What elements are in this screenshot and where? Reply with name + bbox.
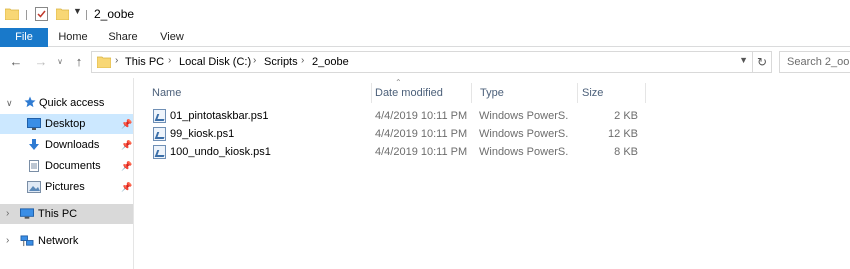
file-name: 100_undo_kiosk.ps1 (170, 146, 271, 158)
file-row[interactable]: 100_undo_kiosk.ps1 4/4/2019 10:11 PM Win… (140, 143, 660, 161)
new-folder-icon[interactable] (56, 8, 69, 20)
address-bar[interactable]: › This PC › Local Disk (C:) › Scripts › … (91, 51, 753, 73)
nav-label: Desktop (45, 118, 86, 130)
navigation-pane: ∨ Quick access Desktop 📌 Downloads 📌 Doc… (0, 78, 134, 269)
file-date: 4/4/2019 10:11 PM (375, 146, 468, 158)
back-arrow-icon[interactable]: ← (7, 53, 25, 71)
separator (26, 10, 27, 20)
nav-label: Downloads (45, 139, 100, 151)
collapse-chevron-icon[interactable]: ∨ (6, 93, 13, 113)
nav-network[interactable]: › Network (0, 231, 133, 251)
recent-locations-icon[interactable]: ∨ (51, 53, 69, 71)
file-size: 8 KB (614, 146, 638, 158)
folder-icon (5, 8, 19, 20)
pin-icon[interactable]: 📌 (121, 177, 132, 197)
desktop-icon (27, 118, 41, 130)
computer-icon (20, 208, 34, 219)
powershell-script-icon (153, 127, 166, 141)
nav-label: Pictures (45, 181, 85, 193)
file-row[interactable]: 01_pintotaskbar.ps1 4/4/2019 10:11 PM Wi… (140, 107, 660, 125)
breadcrumb-separator[interactable]: › (168, 55, 171, 66)
expand-chevron-icon[interactable]: › (6, 204, 9, 224)
file-type: Windows PowerS... (479, 146, 569, 158)
address-dropdown-icon[interactable]: ▼ (739, 55, 748, 65)
document-icon (29, 160, 39, 172)
address-row: ← → ∨ ↑ › This PC › Local Disk (C:) › Sc… (0, 48, 850, 76)
window-title: 2_oobe (94, 7, 135, 21)
column-header-type[interactable]: Type (472, 83, 578, 103)
file-date: 4/4/2019 10:11 PM (375, 128, 468, 140)
breadcrumb-separator[interactable]: › (253, 55, 256, 66)
file-name: 99_kiosk.ps1 (170, 128, 235, 140)
breadcrumb-this-pc[interactable]: This PC (125, 56, 164, 68)
pin-icon[interactable]: 📌 (121, 135, 132, 155)
file-row[interactable]: 99_kiosk.ps1 4/4/2019 10:11 PM Windows P… (140, 125, 660, 143)
refresh-icon[interactable]: ↻ (753, 51, 772, 73)
file-name: 01_pintotaskbar.ps1 (170, 110, 269, 122)
file-date: 4/4/2019 10:11 PM (375, 110, 468, 122)
customize-toolbar-icon[interactable]: ▼ (73, 6, 82, 16)
nav-item-documents[interactable]: Documents 📌 (0, 156, 133, 176)
powershell-script-icon (153, 145, 166, 159)
pin-icon[interactable]: 📌 (121, 156, 132, 176)
pin-icon[interactable]: 📌 (121, 114, 132, 134)
column-header-name[interactable]: Name (144, 83, 372, 103)
star-icon (24, 96, 36, 108)
file-size: 12 KB (608, 128, 638, 140)
network-icon (20, 235, 34, 247)
folder-icon (97, 56, 111, 68)
nav-item-desktop[interactable]: Desktop 📌 (0, 114, 133, 134)
nav-item-downloads[interactable]: Downloads 📌 (0, 135, 133, 155)
nav-this-pc[interactable]: › This PC (0, 204, 133, 224)
tab-share[interactable]: Share (105, 28, 141, 47)
forward-arrow-icon[interactable]: → (32, 53, 50, 71)
nav-item-pictures[interactable]: Pictures 📌 (0, 177, 133, 197)
nav-label: This PC (38, 208, 78, 220)
tab-file[interactable]: File (0, 28, 48, 47)
ribbon-tabs: File Home Share View (0, 28, 850, 47)
download-arrow-icon (29, 139, 39, 150)
file-type: Windows PowerS... (479, 110, 569, 122)
nav-label: Quick access (39, 97, 105, 109)
up-arrow-icon[interactable]: ↑ (70, 53, 88, 71)
pictures-icon (27, 181, 41, 193)
tab-view[interactable]: View (156, 28, 188, 47)
nav-label: Documents (45, 160, 101, 172)
column-header-size[interactable]: Size (574, 83, 646, 103)
powershell-script-icon (153, 109, 166, 123)
nav-quick-access[interactable]: ∨ Quick access (0, 93, 133, 113)
file-size: 2 KB (614, 110, 638, 122)
breadcrumb-separator[interactable]: › (301, 55, 304, 66)
nav-label: Network (38, 235, 79, 247)
breadcrumb-2-oobe[interactable]: 2_oobe (312, 56, 349, 68)
tab-home[interactable]: Home (56, 28, 90, 47)
breadcrumb-local-disk[interactable]: Local Disk (C:) (179, 56, 251, 68)
expand-chevron-icon[interactable]: › (6, 231, 9, 251)
title-bar: ▼ 2_oobe (0, 0, 850, 28)
properties-icon[interactable] (35, 7, 48, 21)
search-input[interactable]: Search 2_oobe (779, 51, 850, 73)
breadcrumb-separator[interactable]: › (115, 55, 118, 66)
column-header-date[interactable]: Date modified (367, 83, 472, 103)
file-list: ⌃ Name Date modified Type Size 01_pintot… (140, 78, 850, 269)
breadcrumb-scripts[interactable]: Scripts (264, 56, 298, 68)
separator (86, 10, 87, 20)
file-type: Windows PowerS... (479, 128, 569, 140)
